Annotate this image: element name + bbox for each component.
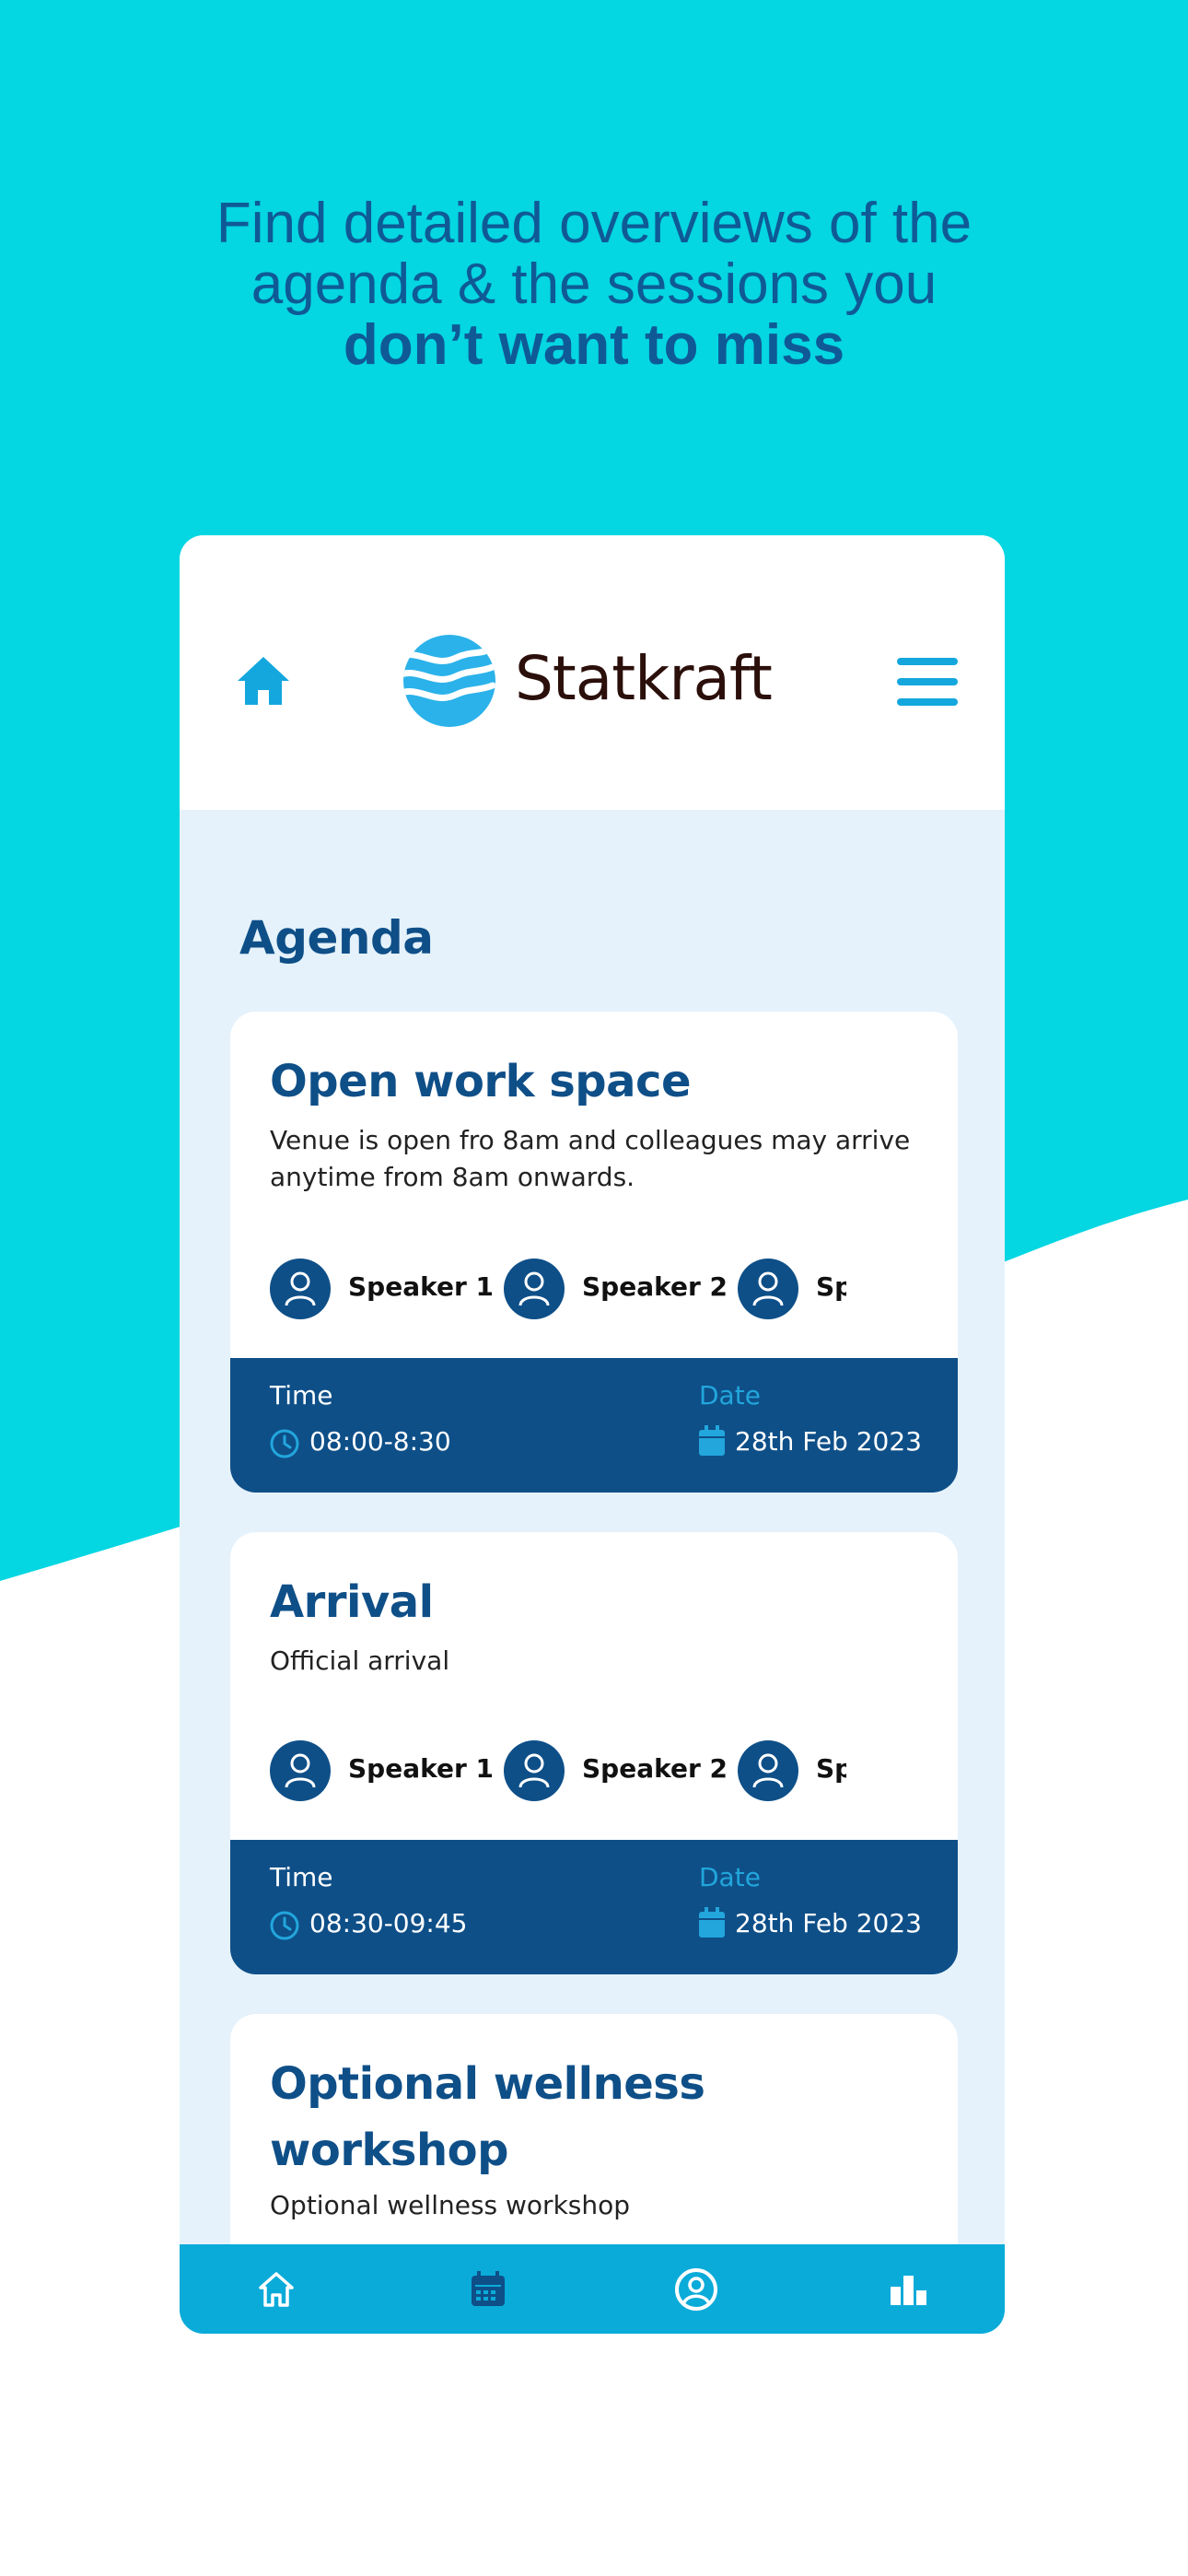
session-date: 28th Feb 2023	[735, 1908, 922, 1938]
speaker-name: Speaker 2	[582, 1271, 728, 1302]
avatar	[738, 1259, 798, 1319]
phone-screen: Statkraft Agenda Open work space Venue i…	[180, 535, 1005, 2334]
session-title: Open work space	[270, 1056, 692, 1107]
nav-stats-icon[interactable]	[885, 2266, 931, 2313]
date-label: Date	[699, 1380, 761, 1411]
calendar-icon	[699, 1425, 725, 1456]
avatar	[738, 1740, 798, 1801]
nav-profile-icon[interactable]	[673, 2266, 719, 2313]
date-label: Date	[699, 1862, 761, 1892]
avatar	[270, 1259, 331, 1319]
session-title: Optional wellness workshop	[270, 2058, 705, 2176]
session-description: Venue is open fro 8am and colleagues may…	[270, 1125, 911, 1192]
speaker-list[interactable]: Speaker 1 Speaker 2 Speaker 3	[270, 1259, 846, 1319]
user-icon	[285, 1753, 316, 1788]
time-label: Time	[270, 1862, 333, 1892]
session-description: Official arrival	[270, 1645, 450, 1676]
user-icon	[518, 1271, 550, 1306]
session-footer: Time Date 08:00-8:30 28th Feb 2023	[230, 1358, 958, 1493]
brand-name: Statkraft	[515, 643, 773, 714]
statkraft-logo: Statkraft	[401, 632, 787, 730]
hamburger-menu-icon[interactable]	[897, 658, 958, 706]
bottom-navigation	[180, 2244, 1005, 2334]
clock-icon	[270, 1429, 299, 1458]
session-time: 08:30-09:45	[309, 1908, 468, 1938]
speaker-name: Speaker 1	[348, 1271, 494, 1302]
agenda-title: Agenda	[239, 911, 434, 965]
speaker-list[interactable]: Speaker 1 Speaker 2 Speaker 3	[270, 1740, 846, 1801]
calendar-icon	[699, 1907, 725, 1938]
time-label: Time	[270, 1380, 333, 1411]
user-icon	[752, 1753, 784, 1788]
statkraft-logo-mark	[403, 635, 495, 727]
avatar	[504, 1259, 565, 1319]
session-card[interactable]: Arrival Official arrival Speaker 1 Speak…	[230, 1532, 958, 1974]
user-icon	[285, 1271, 316, 1306]
session-footer: Time Date 08:30-09:45 28th Feb 2023	[230, 1840, 958, 1974]
headline-line-3: don’t want to miss	[343, 313, 845, 377]
headline-line-2: agenda & the sessions you	[250, 252, 938, 316]
nav-calendar-icon[interactable]	[465, 2266, 511, 2313]
avatar	[270, 1740, 331, 1801]
clock-icon	[270, 1911, 299, 1940]
session-title: Arrival	[270, 1576, 434, 1628]
avatar	[504, 1740, 565, 1801]
headline-line-1: Find detailed overviews of the	[215, 192, 973, 255]
home-icon[interactable]	[234, 653, 293, 708]
session-date: 28th Feb 2023	[735, 1426, 922, 1457]
nav-home-icon[interactable]	[253, 2266, 299, 2313]
user-icon	[518, 1753, 550, 1788]
promo-headline: Find detailed overviews of the agenda & …	[0, 193, 1188, 376]
user-icon	[752, 1271, 784, 1306]
session-description: Optional wellness workshop	[270, 2190, 631, 2220]
speaker-name: Speaker 1	[348, 1753, 494, 1784]
session-card[interactable]: Open work space Venue is open fro 8am an…	[230, 1012, 958, 1493]
speaker-name: Speaker 3	[816, 1271, 846, 1302]
app-header: Statkraft	[180, 535, 1005, 810]
speaker-name: Speaker 3	[816, 1753, 846, 1784]
session-time: 08:00-8:30	[309, 1426, 451, 1457]
speaker-name: Speaker 2	[582, 1753, 728, 1784]
